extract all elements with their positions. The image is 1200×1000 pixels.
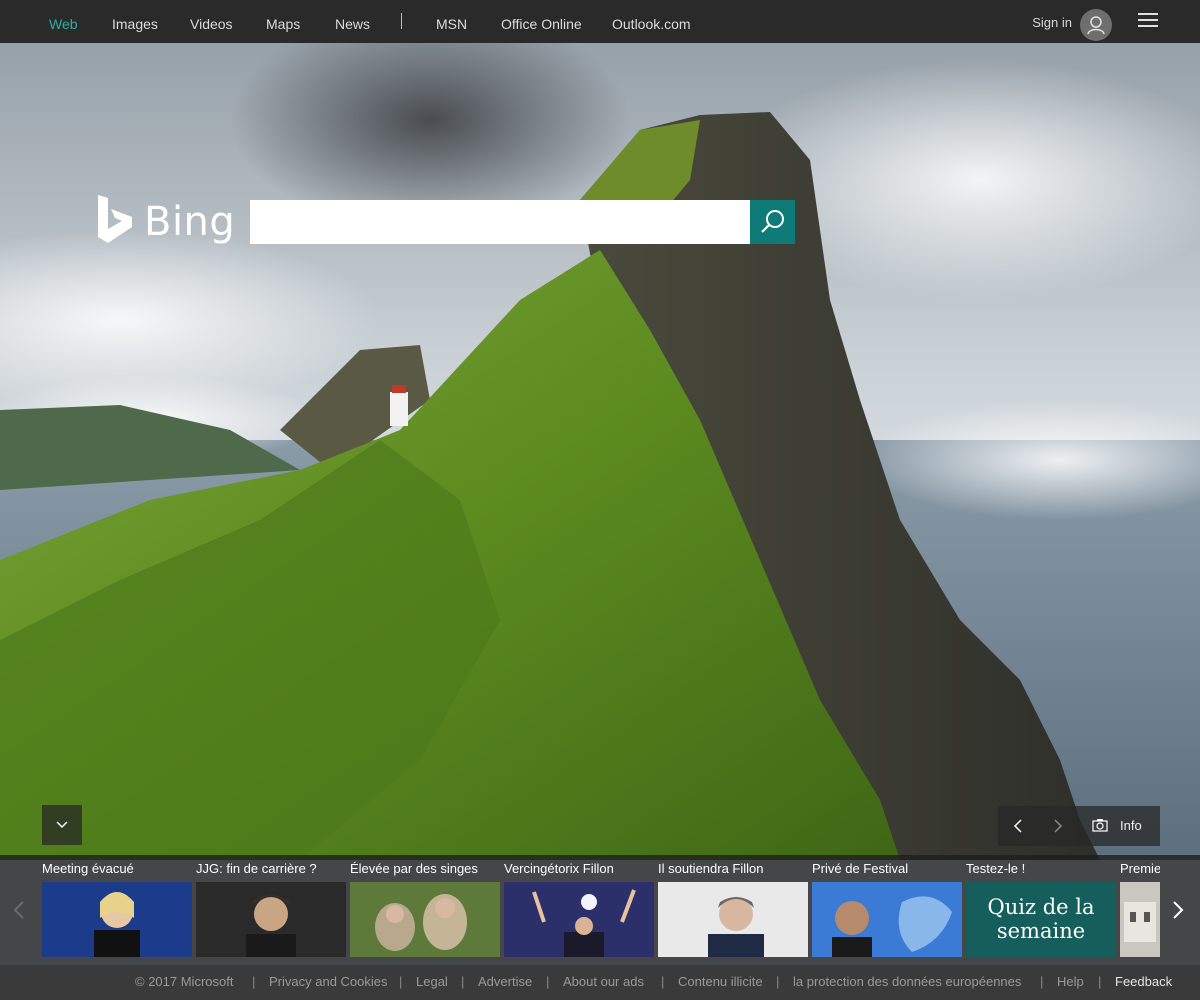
footer-divider: | [546,974,550,989]
nav-news[interactable]: News [335,16,370,32]
news-caption: Vercingétorix Fillon [504,861,614,876]
nav-outlook[interactable]: Outlook.com [612,16,691,32]
chevron-down-icon [56,821,68,829]
footer-divider: | [1098,974,1102,989]
news-caption: Meeting évacué [42,861,134,876]
footer-divider: | [661,974,665,989]
quiz-line-1: Quiz de la [987,895,1095,919]
nav-web[interactable]: Web [49,16,78,32]
news-caption: Testez-le ! [966,861,1026,876]
search-icon [761,210,784,233]
quiz-line-2: semaine [996,919,1086,943]
news-caption: JJG: fin de carrière ? [196,861,317,876]
news-thumbnail [658,882,808,957]
news-thumbnail [504,882,654,957]
carousel-prev-button[interactable] [4,895,34,925]
nav-images[interactable]: Images [112,16,158,32]
footer-link-help[interactable]: Help [1057,974,1084,989]
footer-divider: | [1040,974,1044,989]
logo-text: Bing [144,199,236,245]
chevron-right-icon [1173,901,1184,919]
chevron-left-icon [13,901,24,919]
nav-divider [401,13,402,29]
bing-logo-icon [98,195,132,243]
bing-logo[interactable]: Bing [96,193,235,248]
footer-link-legal[interactable]: Legal [416,974,448,989]
footer-link-about-ads[interactable]: About our ads [563,974,644,989]
prev-image-button[interactable] [998,806,1038,846]
image-controls: Info [998,806,1160,846]
info-button[interactable]: Info [1120,818,1142,833]
news-thumbnail [1120,882,1160,957]
news-tile[interactable]: Vercingétorix Fillon [504,855,654,965]
news-tile[interactable]: Privé de Festival [812,855,962,965]
footer-divider: | [461,974,465,989]
footer-link-advertise[interactable]: Advertise [478,974,532,989]
copyright: © 2017 Microsoft [135,974,234,989]
footer-link-contenu[interactable]: Contenu illicite [678,974,763,989]
news-thumbnail [196,882,346,957]
news-tile[interactable]: Il soutiendra Fillon [658,855,808,965]
footer-link-data-protection[interactable]: la protection des données européennes [793,974,1021,989]
search-input[interactable] [250,200,750,244]
footer: © 2017 Microsoft | Privacy and Cookies |… [0,965,1200,1000]
top-nav: Web Images Videos Maps News MSN Office O… [0,0,1200,43]
news-caption: Premie [1120,861,1160,876]
carousel-next-button[interactable] [1163,895,1193,925]
news-tile[interactable]: JJG: fin de carrière ? [196,855,346,965]
quiz-thumbnail: Quiz de la semaine [966,882,1116,957]
news-thumbnail [42,882,192,957]
feedback-link[interactable]: Feedback [1115,974,1172,989]
collapse-button[interactable] [42,805,82,845]
news-caption: Privé de Festival [812,861,909,876]
sign-in-link[interactable]: Sign in [1032,15,1072,30]
news-tile[interactable]: Élevée par des singes [350,855,500,965]
footer-link-privacy[interactable]: Privacy and Cookies [269,974,388,989]
chevron-right-icon [1054,819,1063,833]
next-image-button[interactable] [1038,806,1078,846]
nav-videos[interactable]: Videos [190,16,233,32]
footer-divider: | [399,974,403,989]
nav-office-online[interactable]: Office Online [501,16,582,32]
news-caption: Il soutiendra Fillon [658,861,764,876]
hamburger-icon[interactable] [1138,13,1158,29]
nav-maps[interactable]: Maps [266,16,300,32]
news-thumbnail [812,882,962,957]
search-button[interactable] [750,200,795,244]
nav-msn[interactable]: MSN [436,16,467,32]
news-tile[interactable]: Premie [1120,855,1160,965]
chevron-left-icon [1013,819,1022,833]
footer-divider: | [252,974,256,989]
news-caption: Élevée par des singes [350,861,478,876]
news-thumbnail [350,882,500,957]
camera-icon[interactable] [1092,818,1108,832]
user-icon[interactable] [1080,9,1112,41]
footer-divider: | [776,974,780,989]
news-tile[interactable]: Meeting évacué [42,855,192,965]
news-tile[interactable]: Testez-le ! Quiz de la semaine [966,855,1116,965]
background-image [0,0,1200,1000]
news-carousel: Meeting évacué JJG: fin de carrière ? Él… [0,855,1200,965]
